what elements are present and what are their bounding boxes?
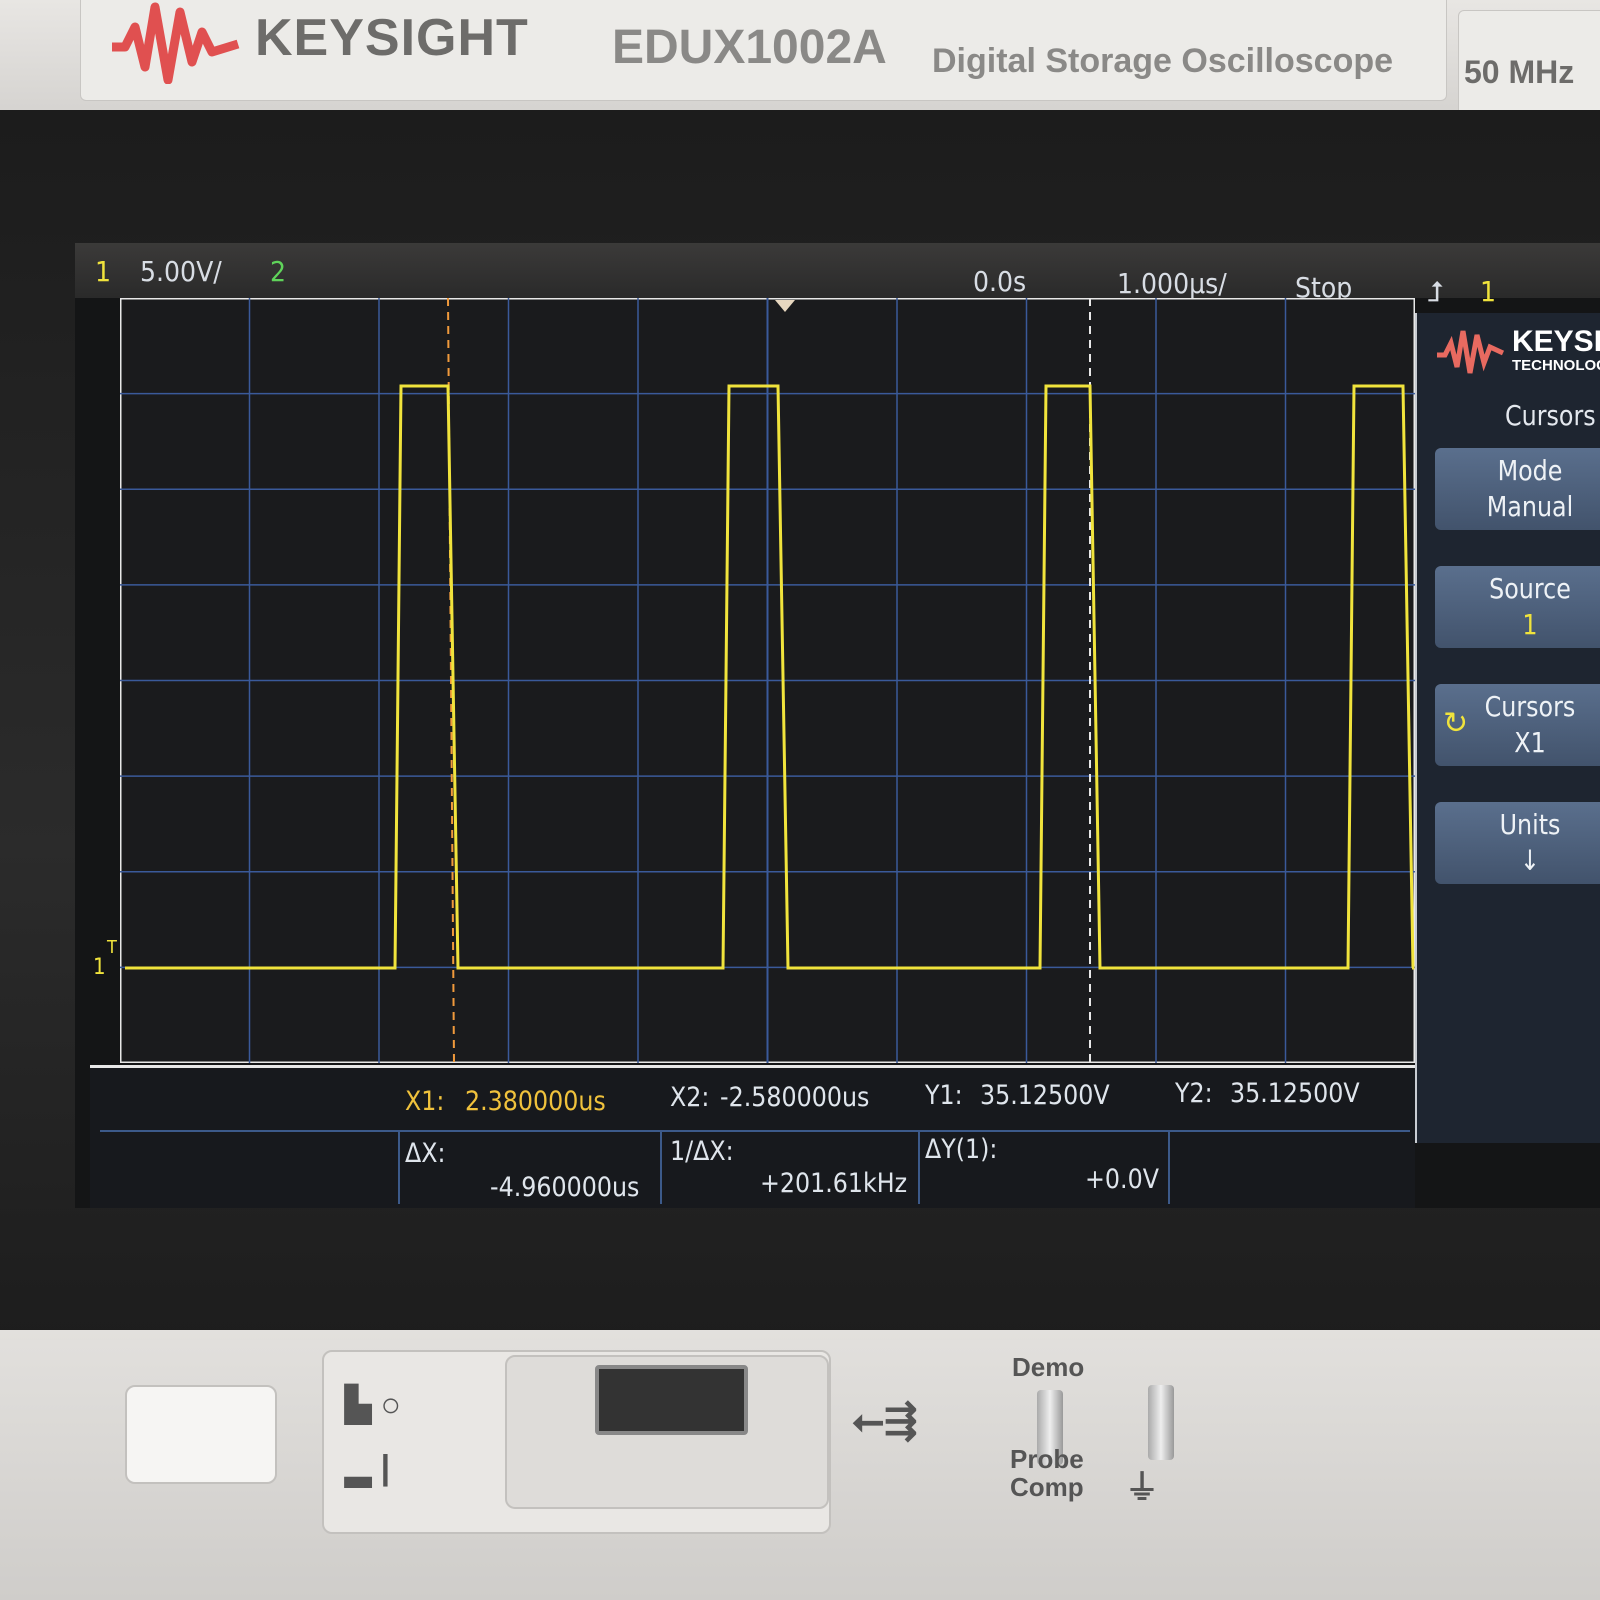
softkey-menu: KEYSIGHT TECHNOLOGIES Cursors Mode Manua… xyxy=(1415,313,1600,1143)
softkey-logo-text: KEYSIGHT xyxy=(1512,325,1600,358)
arrow-down-icon: ↓ xyxy=(1520,844,1540,877)
ch1-ground-marker[interactable]: 1 xyxy=(93,955,106,980)
inverse-delta-x-label: 1/ΔX: xyxy=(670,1136,734,1167)
delta-x-value: -4.960000us xyxy=(490,1172,640,1203)
measurement-divider xyxy=(918,1132,920,1204)
model-name: EDUX1002A xyxy=(612,21,887,74)
ground-icon: ⏚ xyxy=(1125,1469,1159,1507)
trigger-source: 1 xyxy=(1480,275,1497,308)
menu-title: Cursors xyxy=(1505,399,1596,432)
oscilloscope-screen: 1 5.00V/ 2 0.0s 1.000µs/ Stop ⮥ 1 1 T X1… xyxy=(75,243,1600,1208)
x2-value: -2.580000us xyxy=(720,1082,870,1113)
measurement-divider xyxy=(1168,1132,1170,1204)
device-description: Digital Storage Oscilloscope xyxy=(932,42,1394,80)
ch1-scale: 5.00V/ xyxy=(140,255,222,288)
y2-value: 35.12500V xyxy=(1230,1078,1360,1109)
softkey-units[interactable]: Units ↓ xyxy=(1435,802,1600,884)
power-button[interactable] xyxy=(125,1385,277,1484)
time-delay: 0.0s xyxy=(973,265,1027,298)
ch1-indicator[interactable]: 1 xyxy=(95,255,111,288)
softkey-label: Source xyxy=(1489,572,1571,605)
softkey-source[interactable]: Source 1 xyxy=(1435,566,1600,648)
status-bar: 1 5.00V/ 2 0.0s 1.000µs/ Stop ⮥ 1 xyxy=(75,243,1600,308)
softkey-cursors[interactable]: ↻ Cursors X1 xyxy=(1435,684,1600,766)
measurement-divider xyxy=(660,1132,662,1204)
delta-y-value: +0.0V xyxy=(1085,1164,1159,1195)
y1-label: Y1: xyxy=(925,1080,963,1111)
probe-comp-label: Probe Comp xyxy=(1010,1444,1084,1502)
softkey-value: X1 xyxy=(1514,726,1546,759)
brand-name: KEYSIGHT xyxy=(255,9,529,67)
cursor-measurements: X1: 2.380000us X2: -2.580000us Y1: 35.12… xyxy=(90,1065,1415,1208)
softkey-value: Manual xyxy=(1486,490,1574,523)
softkey-mode[interactable]: Mode Manual xyxy=(1435,448,1600,530)
power-state-icon: ▙ ○ xyxy=(345,1386,402,1424)
ch2-indicator[interactable]: 2 xyxy=(270,255,286,288)
delta-y-label: ΔY(1): xyxy=(925,1134,998,1165)
softkey-label: Units xyxy=(1499,808,1561,841)
softkey-label: Cursors xyxy=(1484,690,1576,723)
measurement-divider xyxy=(398,1132,400,1204)
keysight-logo-icon xyxy=(112,2,240,84)
waveform-graticule[interactable] xyxy=(120,298,1415,1063)
trigger-level-marker[interactable]: T xyxy=(107,937,117,958)
time-scale: 1.000µs/ xyxy=(1117,267,1227,300)
softkey-logo-sub: TECHNOLOGIES xyxy=(1512,357,1600,374)
inverse-delta-x-value: +201.61kHz xyxy=(760,1168,908,1199)
measurement-divider xyxy=(100,1130,1410,1132)
demo-label: Demo xyxy=(1012,1352,1085,1382)
y2-label: Y2: xyxy=(1175,1078,1213,1109)
usb-port[interactable] xyxy=(595,1365,748,1435)
power-standby-icon: ▂ | xyxy=(345,1449,391,1487)
ground-terminal[interactable] xyxy=(1148,1385,1174,1460)
softkey-label: Mode xyxy=(1497,454,1563,487)
x2-label: X2: xyxy=(670,1082,710,1113)
keysight-logo-icon xyxy=(1437,330,1505,374)
trigger-edge-icon: ⮥ xyxy=(1427,275,1444,308)
softkey-value: 1 xyxy=(1522,608,1538,641)
top-bezel: KEYSIGHT EDUX1002A Digital Storage Oscil… xyxy=(0,0,1600,120)
y1-value: 35.12500V xyxy=(980,1080,1110,1111)
front-panel: ▙ ○ ▂ | ⭠⇶ Demo Probe Comp ⏚ xyxy=(0,1330,1600,1600)
bandwidth-label: 50 MHz xyxy=(1464,54,1575,90)
delta-x-label: ΔX: xyxy=(405,1138,446,1169)
usb-icon: ⭠⇶ xyxy=(852,1399,918,1443)
x1-value: 2.380000us xyxy=(465,1086,606,1117)
x1-label: X1: xyxy=(405,1086,445,1117)
